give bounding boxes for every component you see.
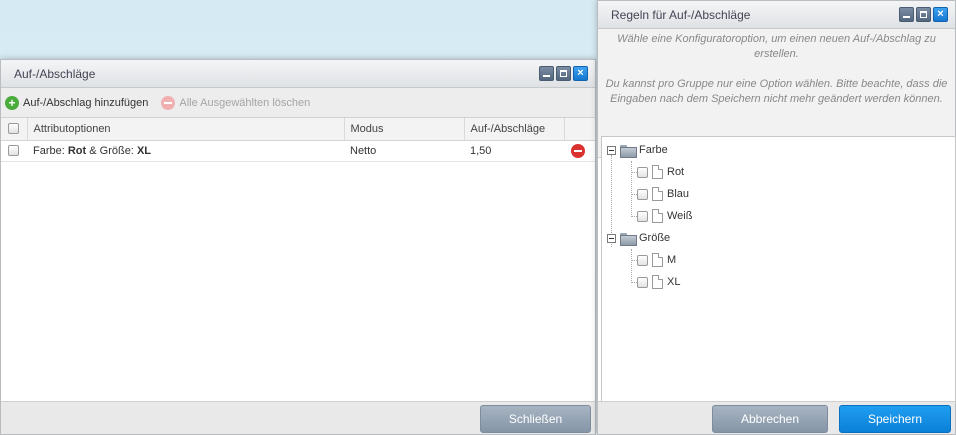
tree-group-label: Farbe [639, 144, 668, 156]
minimize-icon[interactable] [899, 7, 914, 22]
option-checkbox[interactable] [637, 210, 648, 222]
collapse-icon[interactable] [607, 145, 616, 155]
option-checkbox[interactable] [637, 166, 648, 178]
tree-group-farbe[interactable]: Farbe [607, 144, 668, 158]
tree-option-blau[interactable]: Blau [637, 187, 689, 201]
document-icon [652, 209, 663, 223]
table-row[interactable]: Farbe: Rot & Größe: XL Netto 1,50 [1, 140, 595, 162]
tree-option-label: XL [667, 276, 681, 288]
tree-group-label: Größe [639, 232, 671, 244]
save-button[interactable]: Speichern [839, 405, 951, 433]
column-header-mode[interactable]: Modus [344, 118, 465, 141]
option-tree: Farbe Rot Blau Weiß Größe M XL [601, 136, 956, 404]
tree-option-xl[interactable]: XL [637, 275, 680, 289]
maximize-icon[interactable] [916, 7, 931, 22]
column-header-amount[interactable]: Auf-/Abschläge [464, 118, 565, 141]
table-header-row: Attributoptionen Modus Auf-/Abschläge [1, 118, 595, 141]
tree-option-m[interactable]: M [637, 253, 676, 267]
folder-icon [620, 232, 637, 246]
row-amount: 1,50 [464, 140, 564, 162]
markup-window: Auf-/Abschläge × + Auf-/Abschlag hinzufü… [0, 59, 596, 435]
option-checkbox[interactable] [637, 254, 648, 266]
toolbar: + Auf-/Abschlag hinzufügen Alle Ausgewäh… [1, 88, 595, 118]
document-icon [652, 165, 663, 179]
delete-row-icon[interactable] [571, 144, 585, 158]
tree-option-rot[interactable]: Rot [637, 165, 684, 179]
attr-value-color: Rot [67, 144, 87, 157]
row-actions [564, 140, 595, 162]
option-checkbox[interactable] [637, 276, 648, 288]
column-header-attributes[interactable]: Attributoptionen [27, 118, 345, 141]
select-all-header [1, 118, 28, 141]
rules-window-titlebar[interactable]: Regeln für Auf-/Abschläge × [598, 1, 955, 29]
info-text-select: Wähle eine Konfiguratoroption, um einen … [617, 33, 936, 60]
delete-selected-button[interactable]: Alle Ausgewählten löschen [161, 95, 311, 110]
row-checkbox[interactable] [8, 145, 19, 157]
row-mode: Netto [344, 140, 464, 162]
document-icon [652, 275, 663, 289]
maximize-icon[interactable] [556, 66, 571, 81]
close-icon[interactable]: × [573, 66, 588, 81]
column-header-actions [564, 118, 595, 141]
option-checkbox[interactable] [637, 188, 648, 200]
attr-value-size: XL [136, 144, 151, 157]
row-attributes: Farbe: Rot & Größe: XL [27, 140, 344, 162]
close-icon[interactable]: × [933, 7, 948, 22]
row-select-cell [1, 140, 27, 162]
tree-option-label: Blau [667, 188, 690, 200]
tree-option-label: Rot [667, 166, 685, 178]
minimize-icon[interactable] [539, 66, 554, 81]
markup-window-title: Auf-/Abschläge [14, 66, 96, 81]
add-icon: + [5, 95, 19, 110]
markup-window-titlebar[interactable]: Auf-/Abschläge × [1, 60, 595, 88]
delete-icon [161, 95, 176, 110]
collapse-icon[interactable] [607, 233, 616, 243]
folder-icon [620, 144, 637, 158]
add-markup-button[interactable]: + Auf-/Abschlag hinzufügen [5, 95, 149, 110]
document-icon [652, 253, 663, 267]
rules-window: Regeln für Auf-/Abschläge × Wähle eine K… [597, 0, 956, 435]
attr-label-size: & Größe: [86, 144, 137, 157]
select-all-checkbox[interactable] [8, 123, 19, 135]
markup-table: Attributoptionen Modus Auf-/Abschläge Fa… [1, 118, 595, 162]
delete-selected-label: Alle Ausgewählten löschen [179, 96, 311, 109]
rules-window-footer: Abbrechen Speichern [598, 401, 955, 434]
info-text-note: Du kannst pro Gruppe nur eine Option wäh… [605, 78, 948, 105]
cancel-button[interactable]: Abbrechen [712, 405, 828, 433]
add-markup-label: Auf-/Abschlag hinzufügen [23, 96, 149, 109]
document-icon [652, 187, 663, 201]
attr-label-color: Farbe: [33, 144, 68, 157]
tree-option-weiss[interactable]: Weiß [637, 209, 692, 223]
markup-window-footer: Schließen [1, 401, 595, 434]
tree-option-label: Weiß [667, 210, 693, 222]
tree-group-groesse[interactable]: Größe [607, 232, 671, 246]
rules-window-title: Regeln für Auf-/Abschläge [611, 7, 751, 22]
tree-option-label: M [667, 254, 677, 266]
close-button[interactable]: Schließen [480, 405, 591, 433]
